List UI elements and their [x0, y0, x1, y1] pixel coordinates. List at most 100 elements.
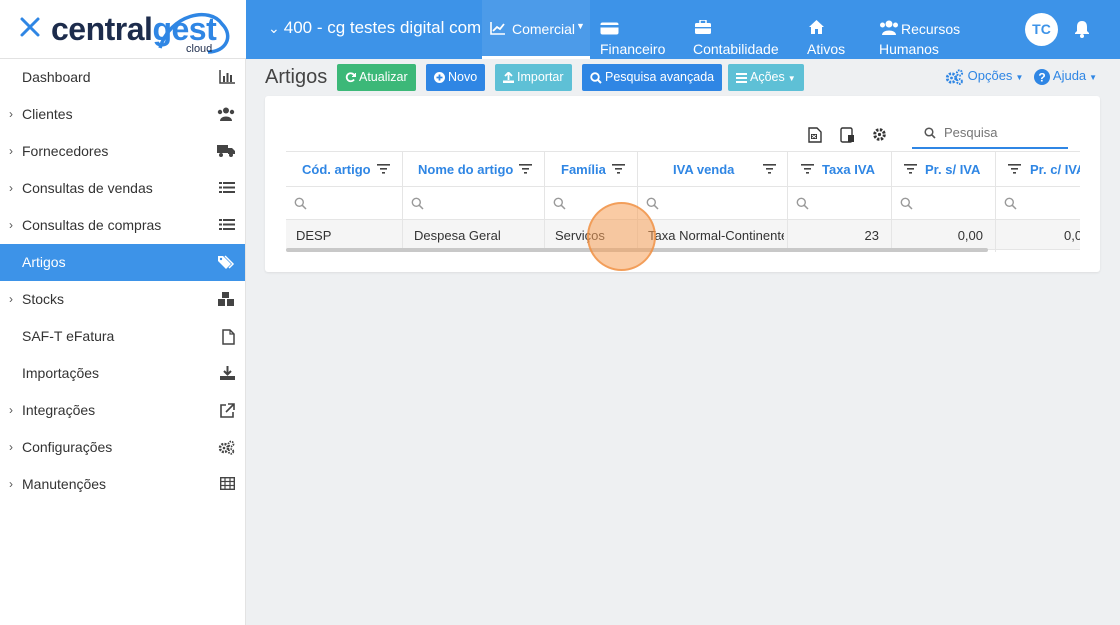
sidebar-item-consultas-vendas[interactable]: › Consultas de vendas — [0, 170, 245, 207]
plus-circle-icon — [434, 72, 445, 84]
sidebar: Dashboard › Clientes › Fornecedores › Co… — [0, 59, 246, 625]
new-label: Novo — [448, 70, 478, 84]
company-name: 400 - cg testes digital comercial — [283, 18, 480, 37]
sidebar-item-label: Consultas de vendas — [22, 180, 153, 196]
download-icon — [220, 366, 235, 380]
table-row[interactable]: 23 — [788, 220, 891, 250]
search-icon — [553, 197, 566, 210]
search-icon — [646, 197, 659, 210]
filter-cell[interactable] — [892, 187, 995, 220]
nav-contabilidade[interactable]: Contabilidade — [692, 0, 792, 59]
nav-financeiro[interactable]: Financeiro — [598, 0, 678, 59]
avatar[interactable]: TC — [1025, 13, 1058, 46]
options-dropdown[interactable]: Opções ▼ — [945, 68, 1023, 85]
column-header[interactable]: Pr. s/ IVA — [892, 151, 995, 187]
table-icon — [220, 477, 235, 490]
filter-cell[interactable] — [403, 187, 544, 220]
chevron-right-icon: › — [9, 403, 13, 417]
filter-icon[interactable] — [763, 164, 776, 174]
filter-cell[interactable] — [996, 187, 1080, 220]
sidebar-item-artigos[interactable]: Artigos — [0, 244, 245, 281]
bar-chart-icon — [219, 70, 235, 84]
actions-label: Ações — [750, 70, 785, 84]
refresh-icon — [345, 72, 356, 83]
sidebar-item-label: Fornecedores — [22, 143, 109, 159]
sidebar-item-clientes[interactable]: › Clientes — [0, 96, 245, 133]
export-excel-icon[interactable] — [808, 127, 822, 143]
chevron-right-icon: › — [9, 218, 13, 232]
advanced-search-button[interactable]: Pesquisa avançada — [582, 64, 723, 91]
sidebar-item-fornecedores[interactable]: › Fornecedores — [0, 133, 245, 170]
filter-icon[interactable] — [519, 164, 532, 174]
filter-icon[interactable] — [1008, 164, 1021, 174]
help-dropdown[interactable]: ? Ajuda ▼ — [1034, 68, 1097, 85]
sidebar-item-dashboard[interactable]: Dashboard — [0, 59, 245, 96]
table-cell: 0,00 — [957, 228, 983, 243]
refresh-button[interactable]: Atualizar — [337, 64, 416, 91]
column-chooser-icon[interactable] — [840, 127, 855, 143]
sidebar-item-configuracoes[interactable]: › Configurações — [0, 429, 245, 466]
column-header-label: Pr. c/ IVA — [1030, 162, 1080, 177]
nav-ativos[interactable]: Ativos — [806, 0, 862, 59]
gear-icon[interactable] — [872, 127, 887, 142]
actions-dropdown[interactable]: Ações ▼ — [728, 64, 804, 91]
filter-cell[interactable] — [638, 187, 787, 220]
company-selector[interactable]: ⌄400 - cg testes digital comercial — [268, 18, 480, 38]
column-preco-sem-iva: Pr. s/ IVA 0,00 — [892, 151, 996, 252]
sidebar-item-manutencoes[interactable]: › Manutenções — [0, 466, 245, 503]
table-row[interactable]: Despesa Geral — [403, 220, 544, 250]
chevron-right-icon: › — [9, 440, 13, 454]
search-input[interactable] — [944, 125, 1062, 140]
new-button[interactable]: Novo — [426, 64, 486, 91]
column-header[interactable]: Pr. c/ IVA — [996, 151, 1080, 187]
column-header[interactable]: Nome do artigo — [403, 151, 544, 187]
filter-icon[interactable] — [612, 164, 625, 174]
sidebar-item-label: Integrações — [22, 402, 96, 418]
filter-icon[interactable] — [377, 164, 390, 174]
nav-label-line2: Humanos — [879, 41, 939, 57]
column-header[interactable]: Taxa IVA — [788, 151, 891, 187]
column-header-label: IVA venda — [673, 162, 735, 177]
caret-down-icon: ▼ — [1015, 73, 1024, 82]
sidebar-item-integracoes[interactable]: › Integrações — [0, 392, 245, 429]
column-taxa-iva: Taxa IVA 23 — [788, 151, 892, 252]
table-row[interactable]: 0,00 — [996, 220, 1080, 250]
sidebar-item-consultas-compras[interactable]: › Consultas de compras — [0, 207, 245, 244]
caret-down-icon: ▼ — [787, 74, 796, 83]
nav-recursos-humanos[interactable]: Recursos Humanos — [878, 0, 968, 59]
column-header[interactable]: IVA venda — [638, 151, 787, 187]
table-row[interactable]: DESP — [286, 220, 402, 250]
table-row[interactable]: 0,00 — [892, 220, 995, 250]
nav-label: Comercial — [512, 21, 576, 37]
cubes-icon — [218, 292, 234, 306]
sidebar-item-saft-efatura[interactable]: SAF-T eFatura — [0, 318, 245, 355]
sidebar-item-stocks[interactable]: › Stocks — [0, 281, 245, 318]
sidebar-item-importacoes[interactable]: Importações — [0, 355, 245, 392]
close-icon[interactable] — [18, 15, 42, 39]
filter-icon[interactable] — [904, 164, 917, 174]
sidebar-item-label: Manutenções — [22, 476, 107, 492]
bell-icon[interactable] — [1074, 20, 1090, 38]
bars-icon — [736, 72, 747, 83]
column-header-label: Cód. artigo — [302, 162, 371, 177]
top-bar: centralgest cloud ⌄ 400 - cg testes digit… — [0, 0, 1120, 59]
filter-icon[interactable] — [801, 164, 814, 174]
cogs-icon — [218, 440, 235, 455]
column-header[interactable]: Cód. artigo — [286, 151, 402, 187]
nav-comercial[interactable]: Comercial ▼ — [482, 0, 590, 59]
column-preco-com-iva: Pr. c/ IVA 0,00 — [996, 151, 1080, 252]
filter-cell[interactable] — [788, 187, 891, 220]
list-icon — [219, 219, 235, 230]
chart-line-icon — [490, 22, 505, 35]
chevron-right-icon: › — [9, 107, 13, 121]
column-header-label: Nome do artigo — [418, 162, 514, 177]
table-row[interactable]: Taxa Normal-Continente — [638, 220, 787, 250]
chevron-right-icon: › — [9, 292, 13, 306]
articles-grid: Cód. artigo DESP Nome do artigo Despesa … — [286, 151, 1080, 252]
table-cell: 0,00 — [1064, 228, 1080, 243]
chevron-right-icon: › — [9, 144, 13, 158]
import-button[interactable]: Importar — [495, 64, 572, 91]
filter-cell[interactable] — [286, 187, 402, 220]
sidebar-item-label: Consultas de compras — [22, 217, 162, 233]
column-header[interactable]: Família — [545, 151, 637, 187]
